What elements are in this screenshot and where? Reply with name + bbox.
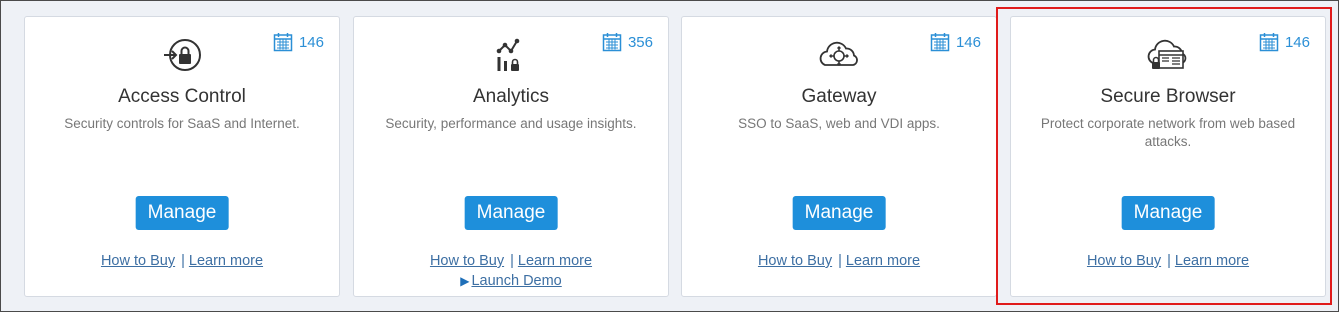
card-description: Security, performance and usage insights…	[385, 116, 637, 131]
learn-more-link[interactable]: Learn more	[518, 253, 592, 269]
badge-count: 146	[955, 33, 981, 51]
how-to-buy-link[interactable]: How to Buy	[430, 253, 504, 269]
analytics-chart-icon	[487, 35, 535, 75]
card-title: Gateway	[801, 86, 877, 107]
launch-demo-link[interactable]: Launch Demo	[471, 273, 561, 289]
link-separator: |	[510, 253, 514, 269]
usage-badge: 146	[273, 32, 324, 52]
badge-count: 146	[298, 33, 324, 51]
calendar-icon	[602, 33, 622, 52]
manage-button[interactable]: Manage	[792, 196, 886, 230]
launch-demo: ▶ Launch Demo	[354, 273, 668, 289]
play-triangle-icon: ▶	[460, 274, 470, 288]
manage-button[interactable]: Manage	[464, 196, 558, 230]
card-links: How to Buy | Learn more	[25, 253, 339, 269]
cloud-gateway-icon	[815, 35, 863, 75]
service-card-analytics: 356 Analytics Security, performance and …	[353, 16, 669, 297]
how-to-buy-link[interactable]: How to Buy	[758, 253, 832, 269]
card-title: Analytics	[472, 86, 550, 107]
card-title: Access Control	[118, 86, 246, 107]
selection-highlight	[996, 7, 1332, 305]
card-links: How to Buy | Learn more	[682, 253, 996, 269]
lock-arrow-icon	[158, 35, 206, 75]
link-separator: |	[838, 253, 842, 269]
calendar-icon	[930, 33, 950, 52]
card-description: SSO to SaaS, web and VDI apps.	[738, 116, 940, 131]
calendar-icon	[273, 33, 293, 52]
manage-button[interactable]: Manage	[135, 196, 229, 230]
service-card-gateway: 146 Gateway SSO to SaaS, web and VDI app…	[681, 16, 997, 297]
usage-badge: 146	[930, 32, 981, 52]
how-to-buy-link[interactable]: How to Buy	[101, 253, 175, 269]
service-card-access-control: 146 Access Control Security controls for…	[24, 16, 340, 297]
learn-more-link[interactable]: Learn more	[189, 253, 263, 269]
card-links: How to Buy | Learn more	[354, 253, 668, 269]
learn-more-link[interactable]: Learn more	[846, 253, 920, 269]
card-description: Security controls for SaaS and Internet.	[64, 116, 300, 131]
usage-badge: 356	[602, 32, 653, 52]
badge-count: 356	[627, 33, 653, 51]
link-separator: |	[181, 253, 185, 269]
